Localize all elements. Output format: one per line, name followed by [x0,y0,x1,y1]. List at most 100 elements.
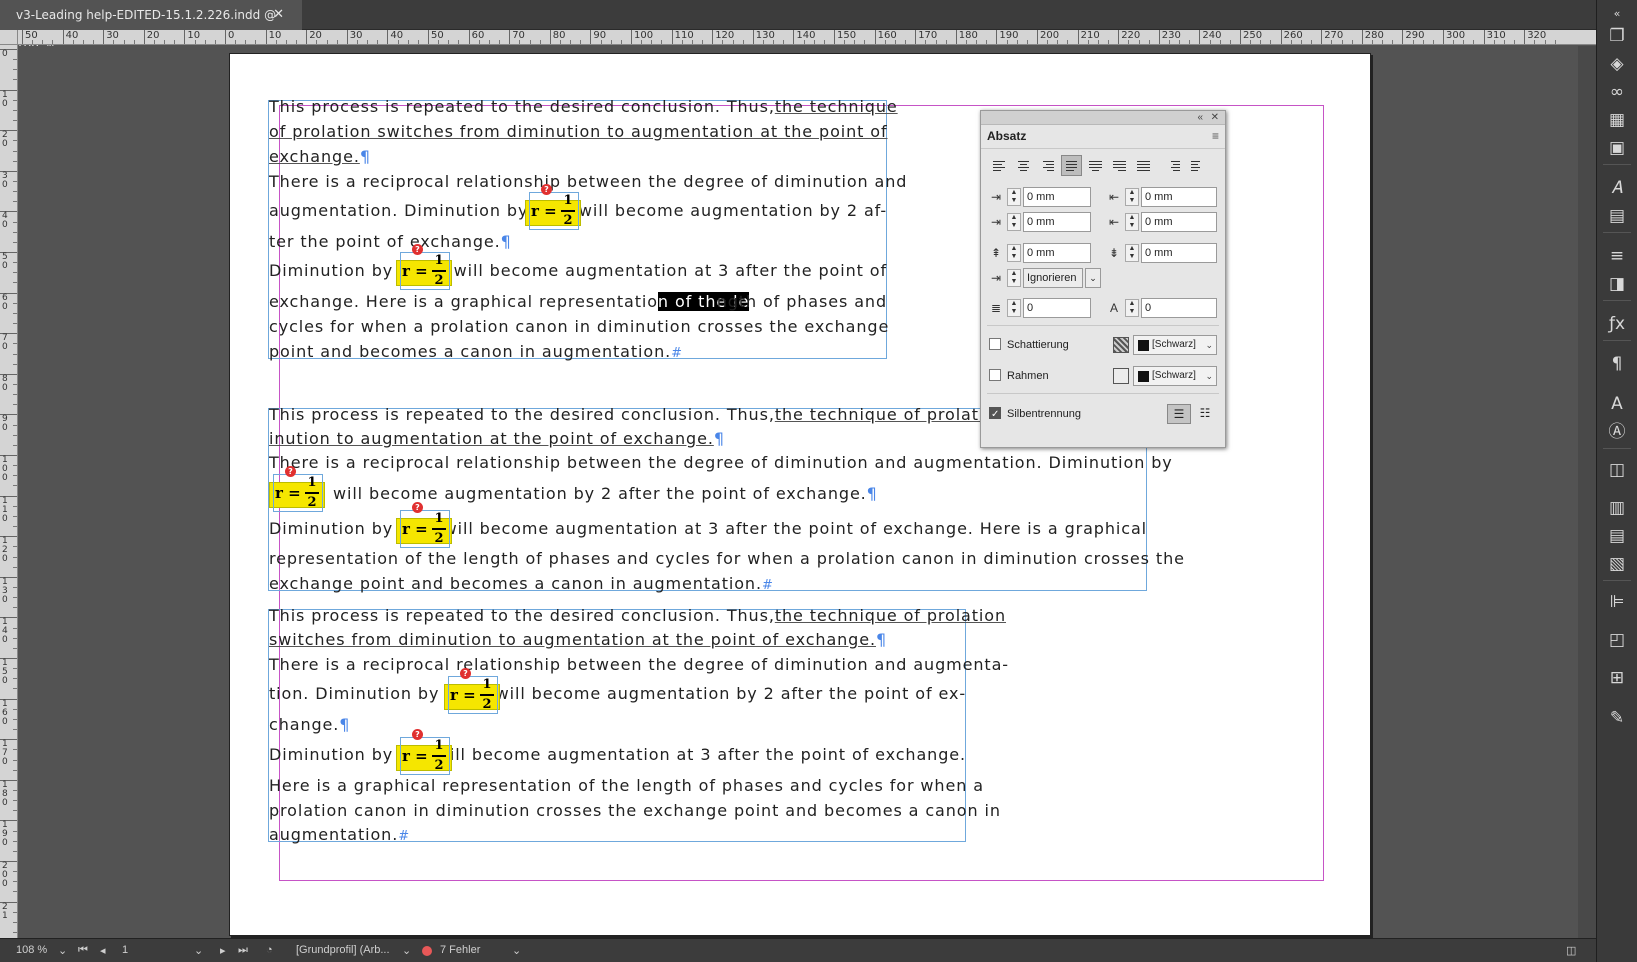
error-badge-icon[interactable]: ? [541,184,552,195]
page-number-field[interactable]: 1 [122,944,128,956]
align-to-grid-select[interactable]: Ignorieren [1023,268,1083,288]
justify-right-icon[interactable] [1109,155,1130,176]
drop-cap-chars-input[interactable]: 0 [1141,298,1217,318]
drop-cap-lines-stepper[interactable]: ▲ ▼ [1007,299,1021,317]
ruler-origin[interactable] [0,30,18,45]
first-line-indent-stepper[interactable]: ▲ ▼ [1007,213,1021,231]
text-wrap-icon[interactable]: ▤ [1605,204,1629,228]
gradient-icon[interactable]: ◨ [1605,272,1629,296]
error-badge-icon[interactable]: ? [412,729,423,740]
anchored-formula[interactable]: r = 12 ? [396,244,452,292]
anchored-formula[interactable]: r = 12 ? [444,668,500,716]
character-icon[interactable]: 𝐴 [1605,176,1629,200]
error-badge-icon[interactable]: ? [412,502,423,513]
hyphenation-option[interactable]: Silbentrennung [989,404,1081,425]
justify-center-icon[interactable] [1085,155,1106,176]
chevron-down-icon[interactable]: ⌄ [58,944,67,957]
collapse-dock-icon[interactable]: « [1605,2,1629,26]
pasteboard[interactable]: This process is repeated to the desired … [18,46,1578,938]
paragraph-composer-icon[interactable]: ☷ [1193,404,1217,424]
pathfinder-icon[interactable]: ◰ [1605,628,1629,652]
last-line-indent-input[interactable]: 0 mm [1141,212,1217,232]
error-badge-icon[interactable]: ? [460,668,471,679]
shading-checkbox[interactable] [989,338,1001,351]
character-styles-icon[interactable]: Ⓐ [1605,420,1629,444]
document-tab[interactable]: v3-Leading help-EDITED-15.1.2.226.indd @… [0,0,302,52]
align-right-icon[interactable] [1037,155,1058,176]
drop-cap-lines-input[interactable]: 0 [1023,298,1091,318]
vertical-ruler[interactable]: 01 02 03 04 05 06 07 08 09 01 0 01 1 01 … [0,45,18,938]
character-panel-icon[interactable]: A [1605,392,1629,416]
close-tab-icon[interactable]: ✕ [273,0,284,30]
open-document-icon[interactable]: ◔ [266,944,273,956]
left-indent-stepper[interactable]: ▲ ▼ [1007,188,1021,206]
cc-libraries-icon[interactable]: ▣ [1605,136,1629,160]
panel-titlebar[interactable]: « ✕ [981,111,1225,125]
anchored-formula[interactable]: r = 12 ? [269,466,325,514]
align-icon[interactable]: ⊫ [1605,590,1629,614]
view-mode-icon[interactable]: ◫ [1566,944,1576,957]
justify-left-icon[interactable] [1061,155,1082,176]
last-page-icon[interactable]: ⏭ [238,944,248,957]
first-line-indent-input[interactable]: 0 mm [1023,212,1091,232]
align-left-icon[interactable] [989,155,1010,176]
space-after-stepper[interactable]: ▲ ▼ [1125,244,1139,262]
object-styles-icon[interactable]: ◫ [1605,458,1629,482]
ruler-minor-tick [1463,40,1465,44]
align-center-icon[interactable] [1013,155,1034,176]
next-page-icon[interactable]: ▸ [220,944,226,957]
error-badge-icon[interactable]: ? [285,466,296,477]
right-indent-stepper[interactable]: ▲ ▼ [1125,188,1139,206]
chevron-down-icon[interactable]: ⌄ [1085,268,1101,288]
links-icon[interactable]: ∞ [1605,80,1629,104]
collapse-panel-icon[interactable]: « [1197,111,1203,124]
cell-styles-icon[interactable]: ▧ [1605,552,1629,576]
tab-absatz[interactable]: Absatz [987,129,1026,143]
table-styles-icon[interactable]: ▤ [1605,524,1629,548]
anchored-formula[interactable]: r = 12 ? [396,729,452,777]
preflight-profile[interactable]: [Grundprofil] (Arb... [296,944,390,956]
drop-cap-chars-stepper[interactable]: ▲ ▼ [1125,299,1139,317]
justify-all-icon[interactable] [1133,155,1154,176]
stroke-icon[interactable]: ≡ [1605,244,1629,268]
swatches-icon[interactable]: ▦ [1605,108,1629,132]
table-icon[interactable]: ▥ [1605,496,1629,520]
last-line-indent-stepper[interactable]: ▲ ▼ [1125,213,1139,231]
space-after-input[interactable]: 0 mm [1141,243,1217,263]
first-page-icon[interactable]: ⏮ [78,944,88,957]
previous-page-icon[interactable]: ◂ [100,944,106,957]
layers-icon[interactable]: ◈ [1605,52,1629,76]
hyphenation-checkbox[interactable] [989,405,1001,425]
transform-icon[interactable]: ⊞ [1605,666,1629,690]
single-line-composer-icon[interactable]: ☰ [1167,404,1191,424]
zoom-level[interactable]: 108 % [16,944,47,956]
shading-option[interactable]: Schattierung [989,335,1069,355]
border-checkbox[interactable] [989,369,1001,382]
border-option[interactable]: Rahmen [989,366,1049,386]
error-count[interactable]: 7 Fehler [440,944,480,956]
pages-icon[interactable]: ❐ [1605,24,1629,48]
space-before-stepper[interactable]: ▲ ▼ [1007,244,1021,262]
right-indent-input[interactable]: 0 mm [1141,187,1217,207]
chevron-down-icon[interactable]: ⌄ [402,944,411,957]
chevron-down-icon[interactable]: ⌄ [194,944,203,957]
paragraph-styles-icon[interactable]: ¶ [1605,352,1629,376]
effects-icon[interactable]: ƒx [1605,312,1629,336]
shading-color-select[interactable]: [Schwarz] ⌄ [1113,335,1217,355]
panel-menu-icon[interactable]: ≡ [1212,129,1219,143]
error-badge-icon[interactable]: ? [412,244,423,255]
left-indent-input[interactable]: 0 mm [1023,187,1091,207]
anchored-formula[interactable]: r = 12 ? [525,184,581,232]
space-before-input[interactable]: 0 mm [1023,243,1091,263]
end-of-story-mark: # [761,578,774,593]
horizontal-ruler[interactable]: 50 40 30 20 10 0 10 20 30 40 50 60 70 80 90 100 110 120 13… [18,30,1596,45]
align-away-from-spine-icon[interactable] [1187,155,1208,176]
anchored-formula[interactable]: r = 12 ? [396,502,452,550]
align-toward-spine-icon[interactable] [1163,155,1184,176]
preflight-icon[interactable]: ✎ [1605,706,1629,730]
border-color-select[interactable]: [Schwarz] ⌄ [1113,366,1217,386]
close-panel-icon[interactable]: ✕ [1211,111,1219,124]
align-to-grid-stepper[interactable]: ▲ ▼ [1007,269,1021,287]
chevron-down-icon[interactable]: ⌄ [512,944,521,957]
vertical-scrollbar[interactable] [1578,46,1596,938]
